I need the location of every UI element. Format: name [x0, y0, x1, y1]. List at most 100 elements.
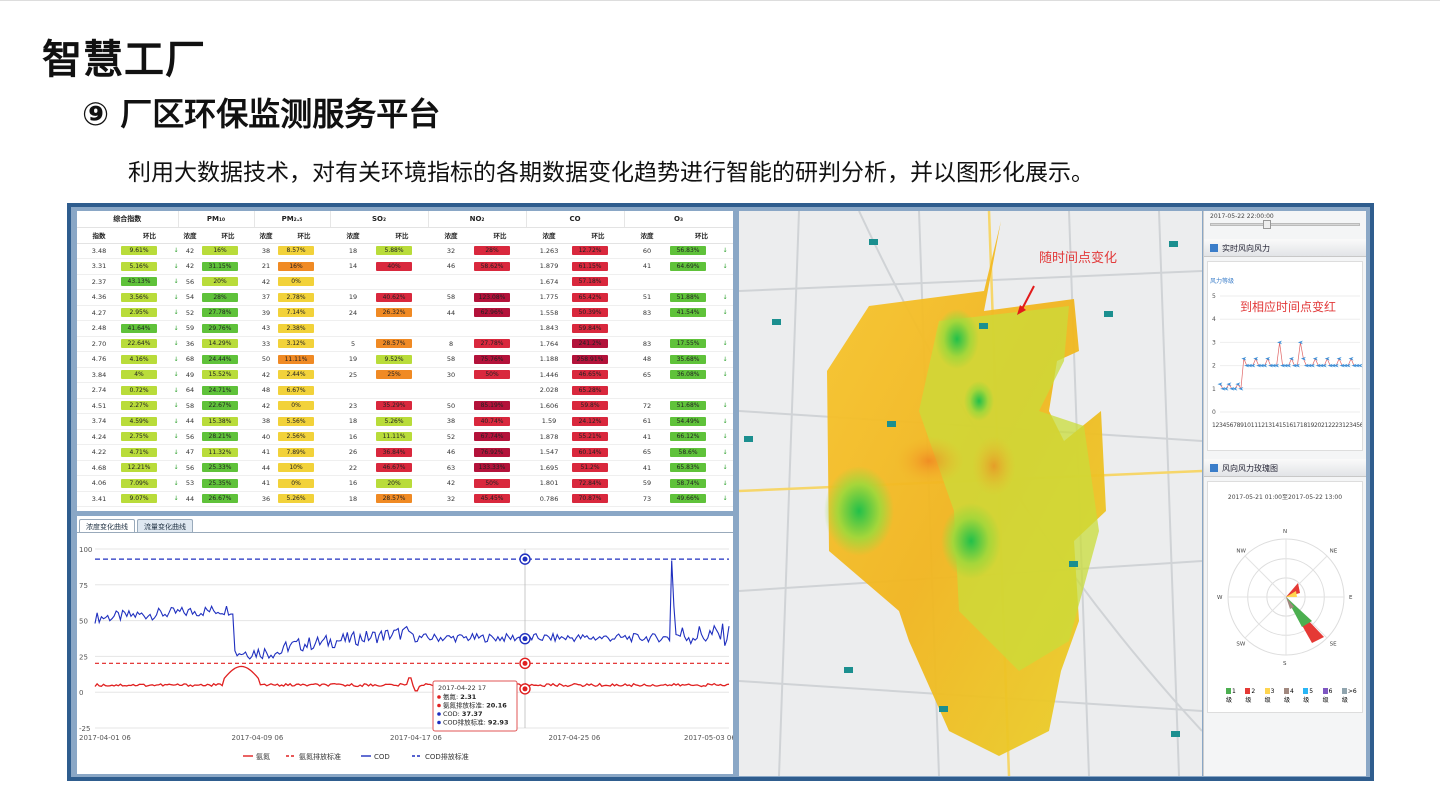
- legend-swatch: [1264, 688, 1270, 694]
- table-column-header[interactable]: 环比: [376, 227, 429, 244]
- rose-legend-item[interactable]: >6级: [1341, 688, 1362, 704]
- arrow-down-icon: ↓: [239, 355, 254, 364]
- table-cell: 24.12%↑: [572, 413, 625, 430]
- wind-rose-chart[interactable]: 2017-05-21 01:00至2017-05-22 13:00 N NE E SE…: [1207, 481, 1363, 713]
- change-badge: 31.15%: [202, 261, 238, 271]
- pollution-heat-map[interactable]: 随时间点变化: [739, 211, 1202, 776]
- arrow-up-icon: ↑: [609, 339, 624, 348]
- change-badge: 2.56%: [278, 432, 315, 442]
- table-row: 2.7022.64%↓3614.29%↓333.12%↑528.57%↑827.…: [77, 336, 733, 352]
- rose-legend-item[interactable]: 3级: [1264, 688, 1280, 704]
- arrow-down-icon: ↓: [158, 293, 178, 302]
- change-badge: 62.96%: [474, 308, 511, 318]
- time-slider[interactable]: 2017-05-22 22:00:00: [1208, 213, 1362, 231]
- change-badge: 65.83%: [670, 463, 707, 473]
- table-cell: 41: [624, 429, 671, 445]
- table-column-header[interactable]: 指数: [77, 227, 121, 244]
- table-cell: 9.07%↓: [121, 491, 178, 507]
- wind-realtime-chart[interactable]: 风力等级 543210 到相应时间点变红 1234567891011121314…: [1207, 261, 1363, 451]
- change-badge: 43.13%: [121, 277, 157, 287]
- table-cell: 28.57%↑: [376, 336, 429, 352]
- tooltip-row: COD: 37.37: [443, 710, 482, 718]
- table-cell: 28.21%↓: [202, 429, 255, 445]
- y-tick-label: 25: [79, 653, 88, 661]
- table-cell: 7.09%↓: [121, 475, 178, 492]
- table-cell: 29.76%↓: [202, 320, 255, 337]
- change-badge: 50%: [474, 370, 511, 380]
- table-cell: 44: [178, 491, 202, 507]
- rose-legend-item[interactable]: 6级: [1322, 688, 1338, 704]
- arrow-up-icon: ↑: [413, 448, 428, 457]
- table-cell: 63: [428, 460, 475, 476]
- table-column-header[interactable]: 浓度: [330, 227, 377, 244]
- table-cell: 58: [178, 398, 202, 414]
- table-column-header[interactable]: 浓度: [428, 227, 475, 244]
- table-cell: 22.67%↓: [202, 398, 255, 414]
- rose-legend-item[interactable]: 1级: [1226, 688, 1241, 704]
- arrow-up-icon: ↑: [413, 479, 428, 488]
- table-cell: 1.558: [526, 305, 573, 321]
- table-cell: 41: [624, 258, 671, 275]
- table-column-header[interactable]: 环比: [670, 227, 733, 244]
- series-ammonia-line[interactable]: [94, 665, 730, 692]
- change-badge: 258.91%: [572, 354, 609, 364]
- slide-title: 智慧工厂: [42, 37, 206, 83]
- table-column-header[interactable]: 环比: [121, 227, 178, 244]
- legend-label[interactable]: 氨氮排放标准: [299, 752, 341, 761]
- table-cell: 7.89%↑: [278, 444, 331, 461]
- x-tick-label: 2017-04-25 06: [549, 734, 601, 742]
- table-cell: 47: [178, 444, 202, 461]
- arrow-up-icon: ↑: [511, 448, 526, 457]
- table-column-header[interactable]: 浓度: [178, 227, 202, 244]
- rose-legend-item[interactable]: 5级: [1303, 688, 1318, 704]
- table-cell: 21: [254, 258, 279, 275]
- change-badge: 24.71%: [202, 385, 238, 395]
- table-column-header[interactable]: 环比: [202, 227, 255, 244]
- table-cell: 3.31: [77, 258, 121, 275]
- table-column-header[interactable]: 浓度: [526, 227, 573, 244]
- change-badge: 28.21%: [202, 432, 238, 442]
- legend-label[interactable]: 氨氮: [256, 752, 270, 761]
- table-column-header[interactable]: 浓度: [624, 227, 671, 244]
- table-cell: 52: [428, 429, 475, 445]
- table-cell: 4.76: [77, 351, 121, 368]
- change-badge: 24.44%: [202, 354, 238, 364]
- table-row: 4.242.75%↓5628.21%↓402.56%↑1611.11%↑5267…: [77, 429, 733, 445]
- legend-label[interactable]: COD: [374, 753, 390, 761]
- table-cell: 51: [624, 289, 671, 306]
- table-cell: [624, 320, 671, 337]
- table-cell: 14: [330, 258, 377, 275]
- concentration-line-chart[interactable]: 100 75 50 25 0 -252017-04-01 06 2017-04-09 06 2…: [77, 516, 733, 774]
- legend-swatch: [1283, 688, 1289, 694]
- table-cell: 8.57%↑: [278, 243, 331, 259]
- tooltip-dot: [437, 703, 441, 708]
- table-cell: 3.74: [77, 413, 121, 430]
- rose-legend-item[interactable]: 2级: [1245, 688, 1260, 704]
- wind-arrow-icon: [1253, 356, 1259, 361]
- table-cell: 65.83% ↓: [670, 460, 733, 476]
- table-cell: 43.13%↓: [121, 274, 178, 290]
- series-cod-line[interactable]: [94, 560, 730, 660]
- arrow-up-icon: ↑: [511, 463, 526, 472]
- table-row: 4.224.71%↓4711.32%↓417.89%↑2636.84%↑4676…: [77, 444, 733, 461]
- legend-label[interactable]: COD排放标准: [425, 752, 469, 761]
- table-column-header[interactable]: 环比: [278, 227, 331, 244]
- table-cell: 4%↓: [121, 367, 178, 383]
- table-column-header[interactable]: 浓度: [254, 227, 279, 244]
- change-badge: 55.21%: [572, 432, 609, 442]
- arrow-up-icon: ↑: [609, 432, 624, 441]
- change-badge: 35.68%: [670, 354, 707, 364]
- table-cell: 56: [178, 460, 202, 476]
- table-cell: 40%↑: [376, 258, 429, 275]
- change-badge: 16%: [278, 261, 315, 271]
- legend-swatch: [1226, 688, 1231, 694]
- rose-legend-item[interactable]: 4级: [1283, 688, 1299, 704]
- change-badge: 16%: [202, 246, 238, 256]
- chart-tooltip: 2017-04-22 17氨氮: 2.31氨氮排放标准: 20.16COD: 3…: [432, 680, 518, 732]
- table-group-header: O₃: [624, 211, 733, 228]
- wind-arrow-icon: [1324, 356, 1330, 361]
- table-cell: 1.59: [526, 413, 573, 430]
- table-column-header[interactable]: 环比: [474, 227, 527, 244]
- change-badge: 5.26%: [278, 494, 315, 504]
- table-column-header[interactable]: 环比: [572, 227, 625, 244]
